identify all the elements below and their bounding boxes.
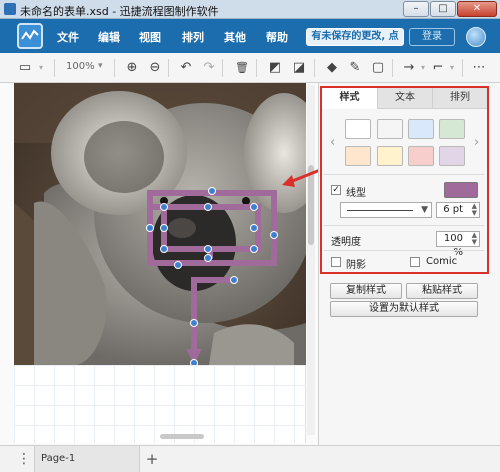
zoom-level[interactable]: 100% <box>66 61 95 72</box>
toolbar-divider <box>314 59 315 77</box>
minimize-button[interactable]: – <box>403 1 429 17</box>
menu-other[interactable]: 其他 <box>224 29 246 45</box>
horizontal-scrollbar[interactable] <box>160 434 204 439</box>
app-logo-icon <box>21 29 39 40</box>
page-tab[interactable]: Page-1 <box>34 446 140 472</box>
diagram-canvas[interactable] <box>0 83 318 445</box>
toolbar: ▭ ▾ 100% ▾ ⊕ ⊖ ↶ ↷ 🗑 ◩ ◪ ◆ ✎ ▢ → ▾ ⌐ ▾ ⋯ <box>0 53 500 83</box>
annotation-arrow-icon <box>282 168 321 187</box>
page-bar: ⋮ Page-1 + <box>0 445 500 472</box>
page-menu-icon[interactable]: ⋮ <box>14 450 34 468</box>
page-tab-label: Page-1 <box>41 453 76 464</box>
shadow-icon[interactable]: ▢ <box>370 60 386 76</box>
window-title-bar: 未命名的表单.xsd - 迅捷流程图制作软件 – □ ✕ <box>0 0 500 19</box>
zoom-out-icon[interactable]: ⊖ <box>147 60 163 76</box>
toolbar-divider <box>256 59 257 77</box>
globe-icon[interactable] <box>466 27 486 47</box>
canvas-grid <box>14 365 306 443</box>
login-button[interactable]: 登录 <box>409 28 455 46</box>
more-options-icon[interactable]: ⋯ <box>471 60 487 76</box>
chevron-down-icon[interactable]: ▾ <box>444 60 460 76</box>
page-view-icon[interactable]: ▭ <box>17 60 33 76</box>
unsaved-changes-button[interactable]: 有未保存的更改, 点击保存 <box>306 28 404 58</box>
delete-icon[interactable]: 🗑 <box>234 60 250 76</box>
close-button[interactable]: ✕ <box>457 1 497 17</box>
toolbar-divider <box>114 59 115 77</box>
vertical-scrollbar[interactable] <box>307 85 315 435</box>
menu-view[interactable]: 视图 <box>139 29 161 45</box>
toolbar-divider <box>222 59 223 77</box>
zoom-in-icon[interactable]: ⊕ <box>124 60 140 76</box>
highlight-frame <box>320 86 489 274</box>
redo-icon[interactable]: ↷ <box>201 60 217 76</box>
paste-style-button[interactable]: 粘贴样式 <box>406 283 478 299</box>
menu-bar: 文件 编辑 视图 排列 其他 帮助 有未保存的更改, 点击保存 登录 <box>0 19 500 58</box>
menu-help[interactable]: 帮助 <box>266 29 288 45</box>
zoom-dropdown-icon[interactable]: ▾ <box>98 61 103 71</box>
toolbar-divider <box>392 59 393 77</box>
copy-style-button[interactable]: 复制样式 <box>330 283 402 299</box>
toolbar-divider <box>54 59 55 77</box>
to-back-icon[interactable]: ◪ <box>291 60 307 76</box>
undo-icon[interactable]: ↶ <box>178 60 194 76</box>
menu-file[interactable]: 文件 <box>57 29 79 45</box>
set-default-style-button[interactable]: 设置为默认样式 <box>330 301 478 317</box>
toolbar-divider <box>462 59 463 77</box>
chevron-down-icon[interactable]: ▾ <box>33 60 49 76</box>
toolbar-divider <box>168 59 169 77</box>
app-logo <box>17 23 43 49</box>
window-title: 未命名的表单.xsd - 迅捷流程图制作软件 <box>20 5 219 18</box>
fill-color-icon[interactable]: ◆ <box>324 60 340 76</box>
chevron-down-icon[interactable]: ▾ <box>415 60 431 76</box>
app-icon <box>4 3 16 15</box>
menu-arrange[interactable]: 排列 <box>182 29 204 45</box>
line-color-icon[interactable]: ✎ <box>347 60 363 76</box>
add-page-icon[interactable]: + <box>143 450 161 468</box>
maximize-button[interactable]: □ <box>430 1 456 17</box>
to-front-icon[interactable]: ◩ <box>267 60 283 76</box>
menu-edit[interactable]: 编辑 <box>98 29 120 45</box>
koala-photo[interactable] <box>14 83 306 365</box>
